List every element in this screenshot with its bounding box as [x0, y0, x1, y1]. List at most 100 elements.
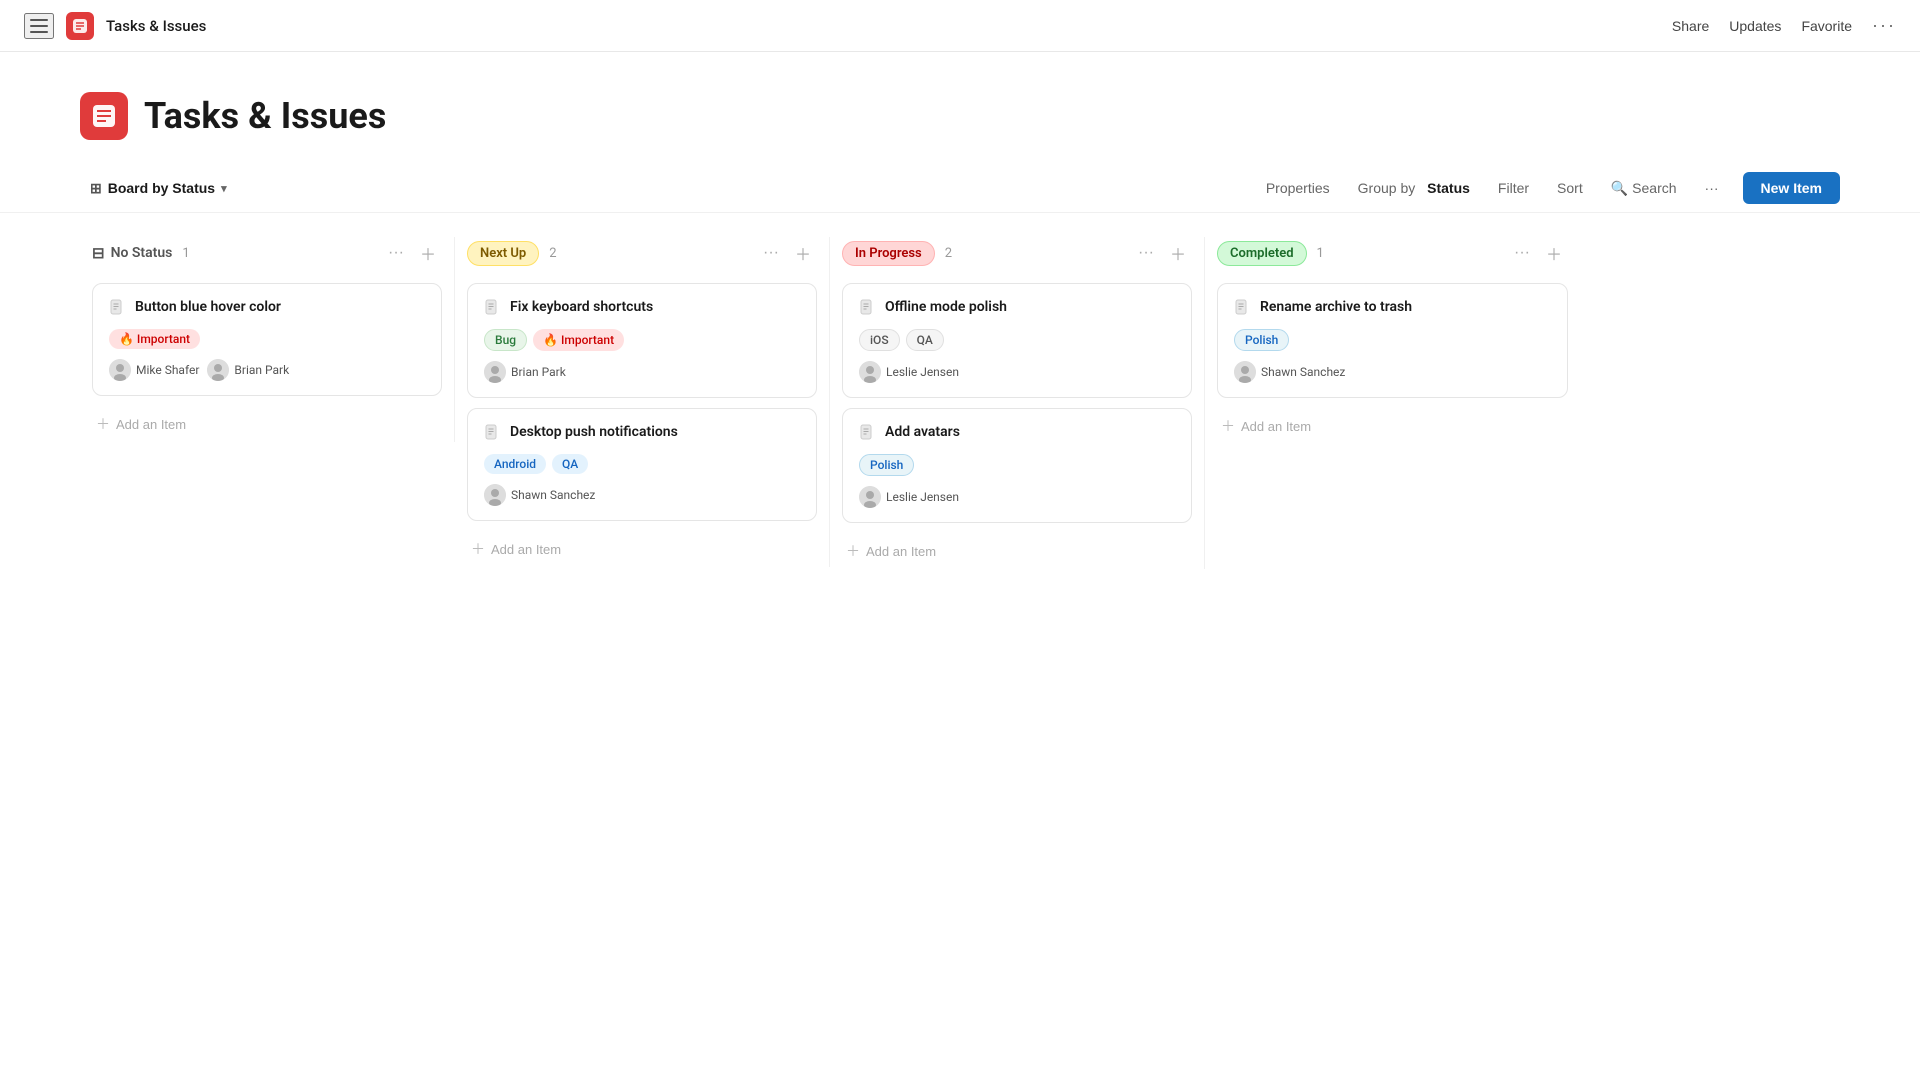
search-button[interactable]: 🔍 Search: [1599, 174, 1689, 203]
column-add-button[interactable]: ＋: [414, 237, 442, 269]
card-header: Offline mode polish: [859, 298, 1175, 319]
card-header: Add avatars: [859, 423, 1175, 444]
add-item-button[interactable]: ＋ Add an Item: [467, 531, 817, 567]
share-button[interactable]: Share: [1672, 18, 1709, 34]
plus-icon: ＋: [96, 414, 110, 434]
assignee-name: Shawn Sanchez: [1261, 365, 1345, 379]
tag: Polish: [859, 454, 914, 476]
card-avatars: Leslie Jensen: [859, 361, 1175, 383]
more-toolbar-button[interactable]: ···: [1693, 174, 1731, 202]
avatar-icon: [109, 359, 131, 381]
tag: 🔥 Important: [109, 329, 200, 349]
plus-icon: ＋: [1221, 416, 1235, 436]
tag: QA: [906, 329, 944, 351]
tag: Bug: [484, 329, 527, 351]
task-card[interactable]: Offline mode polish iOS QA Leslie Jensen: [842, 283, 1192, 398]
app-logo-icon: [66, 12, 94, 40]
page-logo-icon: [80, 92, 128, 140]
task-card[interactable]: Fix keyboard shortcuts Bug🔥 Important Br…: [467, 283, 817, 398]
column-add-button[interactable]: ＋: [1164, 237, 1192, 269]
card-header: Button blue hover color: [109, 298, 425, 319]
column-header: Completed 1 ··· ＋: [1217, 237, 1568, 269]
chevron-down-icon: ▾: [221, 182, 227, 195]
document-icon: [484, 424, 500, 444]
sort-button[interactable]: Sort: [1545, 174, 1595, 202]
assignee-name: Leslie Jensen: [886, 365, 959, 379]
column-no-status: ⊟ No Status 1 ··· ＋ Button blue hove: [80, 237, 455, 442]
avatar-icon: [484, 361, 506, 383]
document-icon: [1234, 299, 1250, 319]
column-count: 1: [1317, 246, 1324, 261]
hamburger-menu-button[interactable]: [24, 13, 54, 39]
document-icon: [109, 299, 125, 319]
avatar: Shawn Sanchez: [484, 484, 595, 506]
card-title: Add avatars: [885, 423, 960, 441]
assignee-name: Shawn Sanchez: [511, 488, 595, 502]
column-header: ⊟ No Status 1 ··· ＋: [92, 237, 442, 269]
column-add-button[interactable]: ＋: [789, 237, 817, 269]
card-tags: AndroidQA: [484, 454, 800, 474]
add-item-button[interactable]: ＋ Add an Item: [1217, 408, 1568, 444]
task-card[interactable]: Desktop push notifications AndroidQA Sha…: [467, 408, 817, 521]
avatar-icon: [859, 361, 881, 383]
add-item-button[interactable]: ＋ Add an Item: [92, 406, 442, 442]
page-title: Tasks & Issues: [144, 95, 386, 137]
column-more-button[interactable]: ···: [382, 240, 410, 266]
favorite-button[interactable]: Favorite: [1801, 18, 1852, 34]
assignee-name: Leslie Jensen: [886, 490, 959, 504]
task-card[interactable]: Rename archive to trash Polish Shawn San…: [1217, 283, 1568, 398]
board: ⊟ No Status 1 ··· ＋ Button blue hove: [0, 213, 1920, 593]
column-more-button[interactable]: ···: [757, 240, 785, 266]
properties-button[interactable]: Properties: [1254, 174, 1342, 202]
more-options-button[interactable]: ···: [1872, 15, 1896, 36]
document-icon: [859, 424, 875, 444]
card-header: Fix keyboard shortcuts: [484, 298, 800, 319]
column-count: 2: [549, 246, 556, 261]
column-header: In Progress 2 ··· ＋: [842, 237, 1192, 269]
plus-icon: ＋: [471, 539, 485, 559]
avatar: Leslie Jensen: [859, 486, 959, 508]
assignee-name: Brian Park: [234, 363, 289, 377]
filter-button[interactable]: Filter: [1486, 174, 1541, 202]
card-avatars: Shawn Sanchez: [484, 484, 800, 506]
card-tags: iOS QA: [859, 329, 1175, 351]
card-title: Offline mode polish: [885, 298, 1007, 316]
avatar-icon: [1234, 361, 1256, 383]
card-title: Button blue hover color: [135, 298, 281, 316]
card-tags: 🔥 Important: [109, 329, 425, 349]
card-tags: Polish: [859, 454, 1175, 476]
tag: iOS: [859, 329, 900, 351]
column-title-badge: Completed: [1217, 241, 1307, 266]
group-by-button[interactable]: Group by Status: [1346, 174, 1482, 202]
column-title: ⊟ No Status: [92, 244, 172, 262]
board-view-button[interactable]: ⊞ Board by Status ▾: [80, 174, 237, 203]
column-title-badge: Next Up: [467, 241, 539, 266]
card-avatars: Mike Shafer Brian Park: [109, 359, 425, 381]
tag: Android: [484, 454, 546, 474]
updates-button[interactable]: Updates: [1729, 18, 1781, 34]
no-status-icon: ⊟: [92, 244, 105, 262]
card-list: Fix keyboard shortcuts Bug🔥 Important Br…: [467, 283, 817, 521]
column-count: 1: [182, 246, 189, 261]
top-navigation: Tasks & Issues Share Updates Favorite ··…: [0, 0, 1920, 52]
app-title: Tasks & Issues: [106, 17, 206, 35]
new-item-button[interactable]: New Item: [1743, 172, 1840, 204]
column-more-button[interactable]: ···: [1508, 240, 1536, 266]
column-header: Next Up 2 ··· ＋: [467, 237, 817, 269]
column-count: 2: [945, 246, 952, 261]
column-add-button[interactable]: ＋: [1540, 237, 1568, 269]
avatar: Brian Park: [484, 361, 566, 383]
assignee-name: Mike Shafer: [136, 363, 199, 377]
add-item-button[interactable]: ＋ Add an Item: [842, 533, 1192, 569]
card-title: Rename archive to trash: [1260, 298, 1412, 316]
column-more-button[interactable]: ···: [1132, 240, 1160, 266]
toolbar: ⊞ Board by Status ▾ Properties Group by …: [0, 164, 1920, 213]
card-header: Desktop push notifications: [484, 423, 800, 444]
avatar-icon: [484, 484, 506, 506]
column-completed: Completed 1 ··· ＋ Rename archive to tras…: [1205, 237, 1580, 444]
task-card[interactable]: Button blue hover color 🔥 Important Mike…: [92, 283, 442, 396]
task-card[interactable]: Add avatars Polish Leslie Jensen: [842, 408, 1192, 523]
avatar: Leslie Jensen: [859, 361, 959, 383]
card-header: Rename archive to trash: [1234, 298, 1551, 319]
column-title-badge: In Progress: [842, 241, 935, 266]
